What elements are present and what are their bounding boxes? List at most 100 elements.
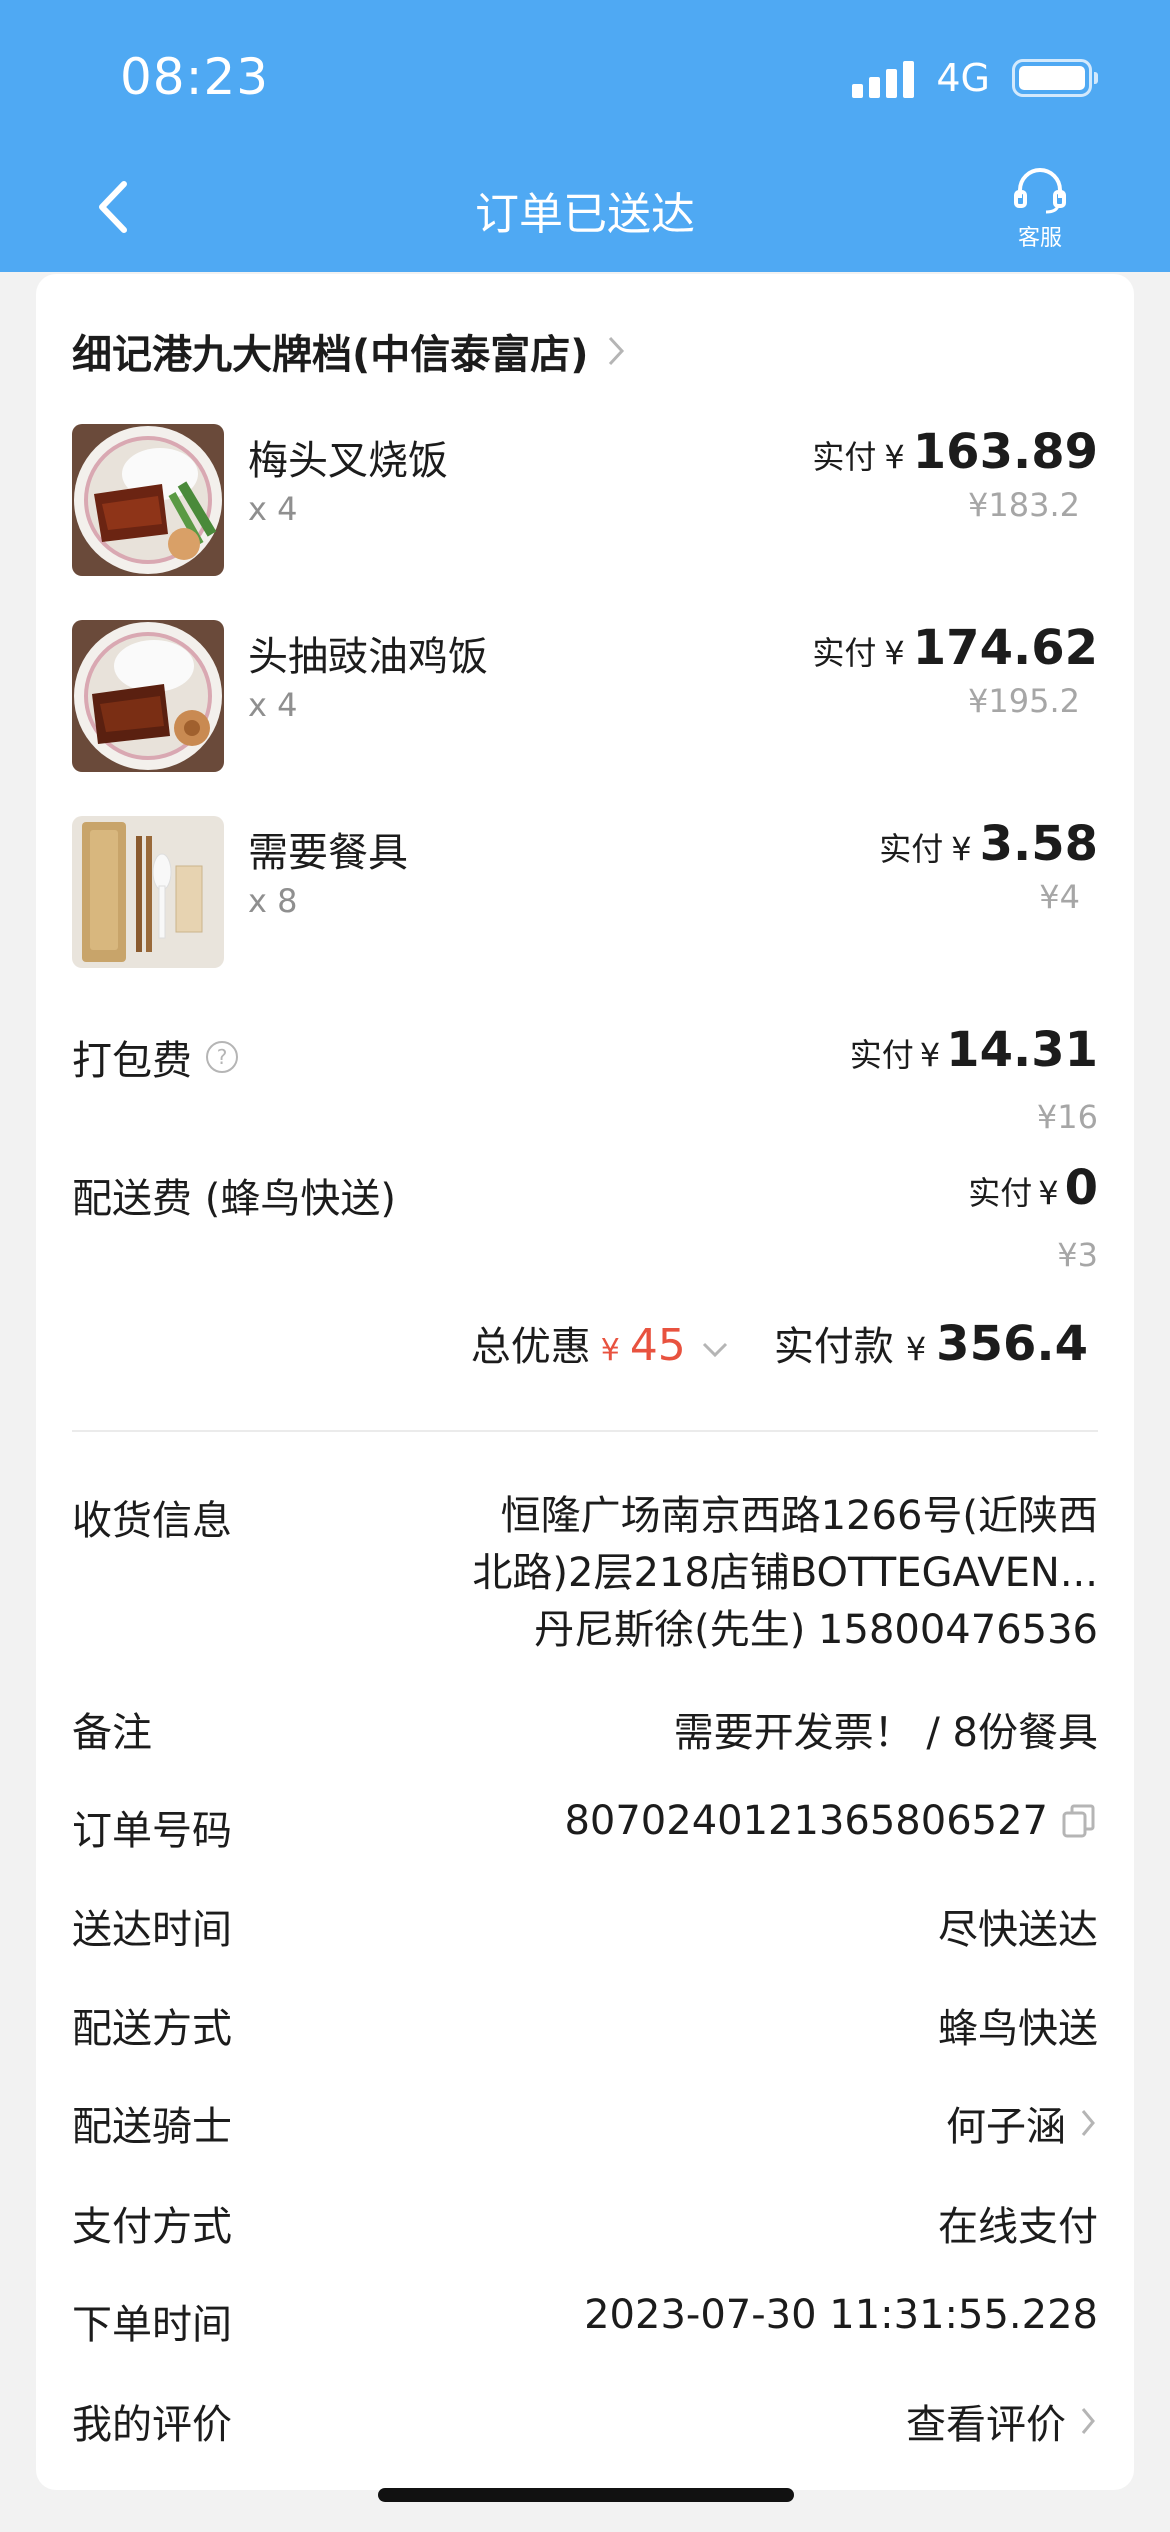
currency-symbol: ¥ xyxy=(884,634,905,672)
page-title: 订单已送达 xyxy=(475,189,695,240)
info-label: 收货信息 xyxy=(72,1498,232,1544)
fee-original-price: ¥16 xyxy=(1036,1098,1098,1136)
divider xyxy=(72,1430,1098,1432)
address-line: 北路)2层218店铺BOTTEGAVEN... xyxy=(472,1550,1098,1596)
info-row-delivery-time: 送达时间 尽快送达 xyxy=(72,1897,1098,1957)
total-currency: ¥ xyxy=(905,1330,927,1368)
info-row-note: 备注 需要开发票！ / 8份餐具 xyxy=(72,1700,1098,1760)
delivery-fee-row: 配送费 (蜂鸟快送) 实付 ¥ 0 ¥3 xyxy=(72,1160,1098,1274)
info-row-order-time: 下单时间 2023-07-30 11:31:55.228 xyxy=(72,2292,1098,2352)
discount-amount: 45 xyxy=(629,1320,686,1371)
info-row-delivery-method: 配送方式 蜂鸟快送 xyxy=(72,1996,1098,2056)
item-name: 头抽豉油鸡饭 xyxy=(248,634,488,680)
item-image-soy-chicken-rice xyxy=(72,620,224,772)
info-row-payment-method: 支付方式 在线支付 xyxy=(72,2194,1098,2254)
info-label: 我的评价 xyxy=(72,2402,232,2448)
item-quantity: x 4 xyxy=(248,686,298,724)
info-label: 订单号码 xyxy=(72,1808,232,1854)
paid-amount: 174.62 xyxy=(912,620,1098,676)
fee-name: 配送费 (蜂鸟快送) xyxy=(72,1176,396,1222)
item-image-bbq-pork-rice xyxy=(72,424,224,576)
order-card: 细记港九大牌档(中信泰富店) 梅头叉烧饭 x 4 实付 ¥ 163.89 ¥18… xyxy=(36,274,1134,2490)
order-item[interactable]: 梅头叉烧饭 x 4 实付 ¥ 163.89 ¥183.2 xyxy=(72,424,1098,576)
info-value: 在线支付 xyxy=(938,2194,1098,2252)
rider-name: 何子涵 xyxy=(946,2104,1066,2150)
order-item[interactable]: 需要餐具 x 8 实付 ¥ 3.58 ¥4 xyxy=(72,816,1098,968)
paid-amount: 14.31 xyxy=(946,1022,1098,1078)
status-indicators: 4G xyxy=(852,56,1098,100)
item-original-price: ¥4 xyxy=(1039,878,1080,916)
network-type: 4G xyxy=(936,56,990,100)
order-summary: 总优惠 ¥ 45 实付款 ¥ 356.4 xyxy=(471,1314,1088,1372)
info-value: 何子涵 xyxy=(946,2094,1098,2152)
status-time: 08:23 xyxy=(120,48,270,106)
info-value: 需要开发票！ / 8份餐具 xyxy=(674,1700,1098,1758)
item-paid-price: 实付 ¥ 3.58 xyxy=(879,816,1098,872)
signal-icon xyxy=(852,58,915,98)
info-value: 8070240121365806527 xyxy=(564,1798,1098,1844)
fee-paid-price: 实付 ¥ 14.31 xyxy=(850,1022,1098,1078)
item-name: 需要餐具 xyxy=(248,830,408,876)
note-value: 需要开发票！ / 8份餐具 xyxy=(673,1710,1098,1756)
help-icon[interactable]: ? xyxy=(206,1041,238,1073)
info-row-my-review[interactable]: 我的评价 查看评价 xyxy=(72,2392,1098,2452)
item-name: 梅头叉烧饭 xyxy=(248,438,448,484)
customer-service-button[interactable]: 客服 xyxy=(1002,168,1078,252)
item-paid-price: 实付 ¥ 163.89 xyxy=(812,424,1098,480)
item-original-price: ¥183.2 xyxy=(968,486,1080,524)
currency-symbol: ¥ xyxy=(919,1036,941,1074)
store-link[interactable]: 细记港九大牌档(中信泰富店) xyxy=(72,322,627,380)
info-value: 查看评价 xyxy=(906,2392,1098,2450)
paid-label: 实付 xyxy=(879,830,944,868)
view-review-link[interactable]: 查看评价 xyxy=(906,2392,1066,2450)
chevron-right-icon xyxy=(1081,2408,1095,2434)
chevron-right-icon xyxy=(608,336,624,366)
paid-label: 实付 xyxy=(812,634,877,672)
info-label: 配送方式 xyxy=(72,2006,232,2052)
currency-symbol: ¥ xyxy=(951,830,972,868)
item-original-price: ¥195.2 xyxy=(968,682,1080,720)
item-quantity: x 4 xyxy=(248,490,298,528)
address-line: 恒隆广场南京西路1266号(近陕西 xyxy=(500,1493,1098,1539)
fee-label: 配送费 (蜂鸟快送) xyxy=(72,1166,396,1224)
fee-label: 打包费 ? xyxy=(72,1028,238,1086)
delivery-time-value: 尽快送达 xyxy=(938,1907,1098,1953)
info-row-address: 收货信息 恒隆广场南京西路1266号(近陕西 北路)2层218店铺BOTTEGA… xyxy=(72,1488,1098,1668)
paid-label: 实付 xyxy=(968,1174,1033,1212)
discount-label: 总优惠 xyxy=(470,1324,591,1370)
fee-paid-price: 实付 ¥ 0 xyxy=(968,1160,1098,1216)
chevron-down-icon[interactable] xyxy=(700,1340,730,1360)
info-label: 配送骑士 xyxy=(72,2104,232,2150)
battery-icon xyxy=(1012,59,1098,97)
paid-amount: 163.89 xyxy=(912,424,1098,480)
info-value: 2023-07-30 11:31:55.228 xyxy=(584,2292,1098,2338)
item-paid-price: 实付 ¥ 174.62 xyxy=(812,620,1098,676)
total-label: 实付款 xyxy=(773,1324,894,1370)
discount-currency: ¥ xyxy=(600,1333,620,1368)
info-label: 下单时间 xyxy=(72,2302,232,2348)
paid-amount: 0 xyxy=(1064,1160,1098,1216)
order-number-value: 8070240121365806527 xyxy=(564,1798,1048,1844)
item-image-cutlery xyxy=(72,816,224,968)
customer-service-label: 客服 xyxy=(1017,226,1062,251)
total-amount: 356.4 xyxy=(936,1316,1088,1372)
info-label: 支付方式 xyxy=(72,2204,232,2250)
order-item[interactable]: 头抽豉油鸡饭 x 4 实付 ¥ 174.62 ¥195.2 xyxy=(72,620,1098,772)
contact-line: 丹尼斯徐(先生) 15800476536 xyxy=(534,1607,1098,1653)
headset-icon xyxy=(1014,168,1066,214)
info-row-rider[interactable]: 配送骑士 何子涵 xyxy=(72,2094,1098,2154)
delivery-method-value: 蜂鸟快送 xyxy=(938,2006,1098,2052)
packaging-fee-row: 打包费 ? 实付 ¥ 14.31 ¥16 xyxy=(72,1022,1098,1136)
copy-icon[interactable] xyxy=(1060,1802,1098,1840)
currency-symbol: ¥ xyxy=(884,438,905,476)
order-time-value: 2023-07-30 11:31:55.228 xyxy=(584,2292,1098,2338)
info-label: 备注 xyxy=(72,1710,152,1756)
info-value: 蜂鸟快送 xyxy=(938,1996,1098,2054)
info-row-order-number: 订单号码 8070240121365806527 xyxy=(72,1798,1098,1858)
fee-original-price: ¥3 xyxy=(1057,1236,1098,1274)
chevron-right-icon xyxy=(1081,2110,1095,2136)
header-bar: 08:23 4G 订单已送达 客服 xyxy=(0,0,1170,272)
paid-amount: 3.58 xyxy=(979,816,1098,872)
home-indicator[interactable] xyxy=(378,2488,794,2502)
payment-method-value: 在线支付 xyxy=(938,2204,1098,2250)
